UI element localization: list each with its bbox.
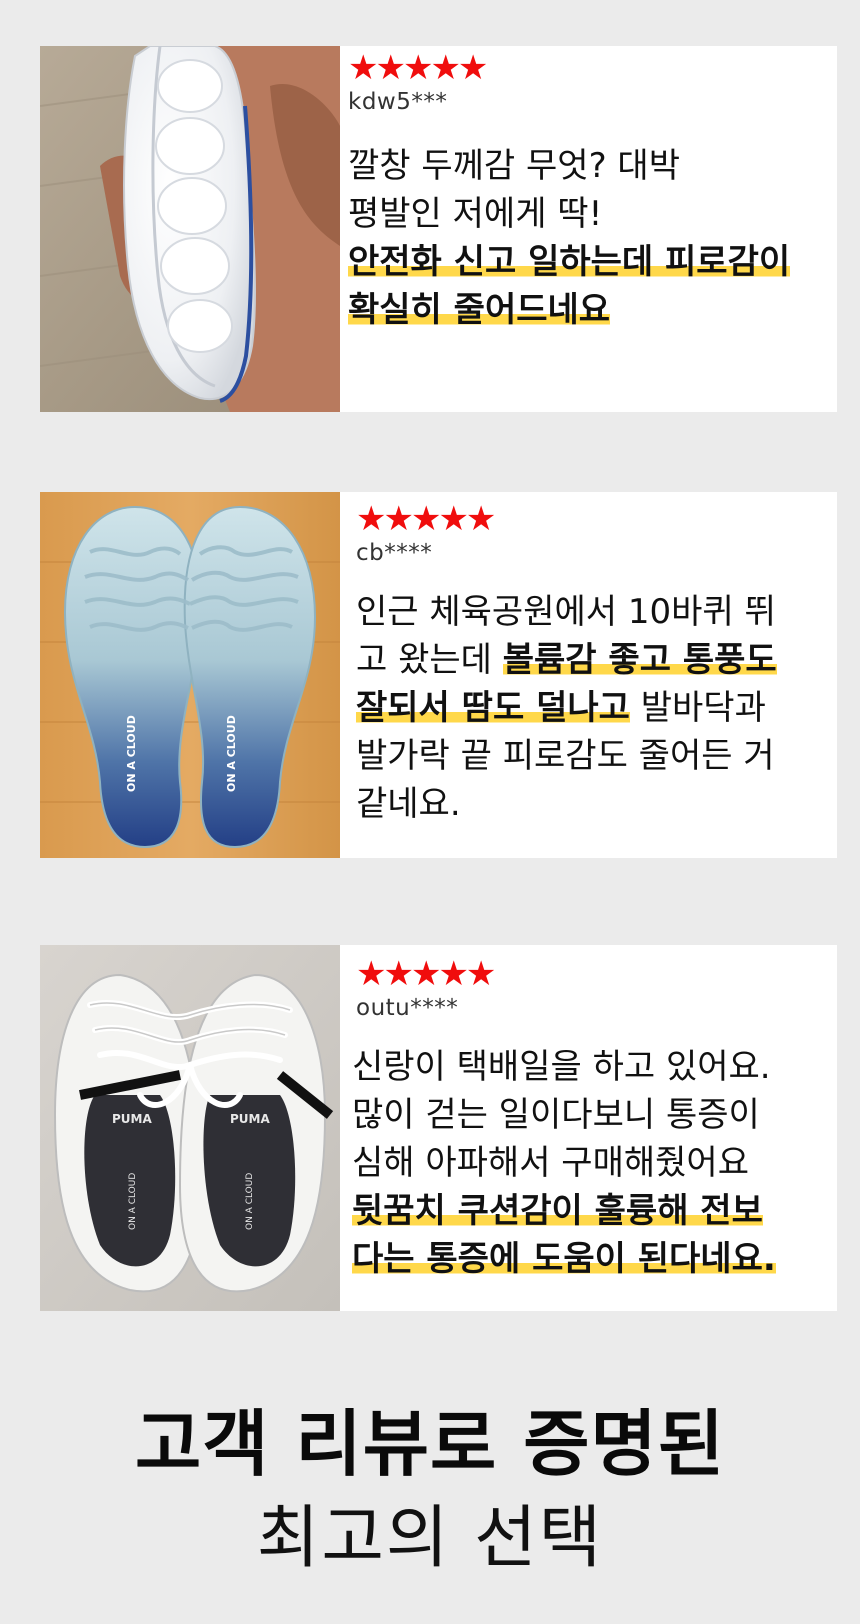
review-body-3: ★★★★★ outu**** 신랑이 택배일을 하고 있어요. 많이 걷는 일이다… [340,945,837,1311]
review-photo-sneakers: PUMA PUMA ON A CLOUD ON A CLOUD [40,945,340,1311]
review-card-1: ★★★★★ kdw5*** 깔창 두께감 무엇? 대박평발인 저에게 딱! 안전화… [40,46,837,412]
review-line-text: 신랑이 택배일을 하고 있어요. [352,1047,771,1087]
review-line-text: 인근 체육공원에서 10바퀴 뛰 [356,592,776,632]
shoe-logo: PUMA [112,1112,152,1126]
rating-stars: ★★★★★ [356,954,496,994]
review-line-text: 평발인 저에게 딱! [348,194,603,234]
shoe-logo: PUMA [230,1112,270,1126]
subheadline: 최고의 선택 [256,1499,604,1578]
review-card-3: PUMA PUMA ON A CLOUD ON A CLOUD ★★★★★ ou… [40,945,837,1311]
review-line-text: 고 왔는데 [356,640,503,680]
rating-stars: ★★★★★ [356,499,496,539]
review-photo-insoles-pair: ON A CLOUD ON A CLOUD [40,492,340,858]
review-highlight-text: 뒷꿈치 쿠션감이 훌륭해 전보 [352,1191,763,1231]
review-card-2: ON A CLOUD ON A CLOUD ★★★★★ cb**** 인근 체육… [40,492,837,858]
brand-label: ON A CLOUD [125,715,138,792]
review-body-2: ★★★★★ cb**** 인근 체육공원에서 10바퀴 뛰고 왔는데 볼륨감 좋… [340,492,837,858]
review-line-text: 깔창 두께감 무엇? 대박 [348,146,680,186]
review-line-text: 심해 아파해서 구매해줬어요 [352,1143,749,1183]
review-text: 깔창 두께감 무엇? 대박평발인 저에게 딱! 안전화 신고 일하는데 피로감이확… [348,142,831,334]
reviewer-name: outu**** [356,995,459,1021]
review-text: 신랑이 택배일을 하고 있어요. 많이 걷는 일이다보니 통증이심해 아파해서 구… [352,1043,831,1283]
review-highlight-text: 다는 통증에 도움이 된다네요. [352,1239,776,1279]
headline: 고객 리뷰로 증명된 [134,1402,726,1486]
review-photo-foam-insole [40,46,340,412]
review-line-text: 많이 걷는 일이다보니 통증이 [352,1095,760,1135]
review-highlight-text: 잘되서 땀도 덜나고 [356,688,630,728]
brand-label: ON A CLOUD [225,715,238,792]
review-text: 인근 체육공원에서 10바퀴 뛰고 왔는데 볼륨감 좋고 통풍도잘되서 땀도 덜… [356,588,831,828]
rating-stars: ★★★★★ [348,48,488,88]
review-highlight-text: 안전화 신고 일하는데 피로감이 [348,242,791,282]
brand-label: ON A CLOUD [128,1173,138,1230]
brand-label: ON A CLOUD [245,1173,255,1230]
review-line-text: 발가락 끝 피로감도 줄어든 거 [356,736,775,776]
review-body-1: ★★★★★ kdw5*** 깔창 두께감 무엇? 대박평발인 저에게 딱! 안전화… [340,46,837,412]
reviewer-name: cb**** [356,540,433,566]
review-line-text: 발바닥과 [629,688,766,728]
review-highlight-text: 확실히 줄어드네요 [348,290,611,330]
review-highlight-text: 볼륨감 좋고 통풍도 [502,640,777,680]
reviewer-name: kdw5*** [348,89,448,115]
review-line-text: 같네요. [356,784,461,824]
